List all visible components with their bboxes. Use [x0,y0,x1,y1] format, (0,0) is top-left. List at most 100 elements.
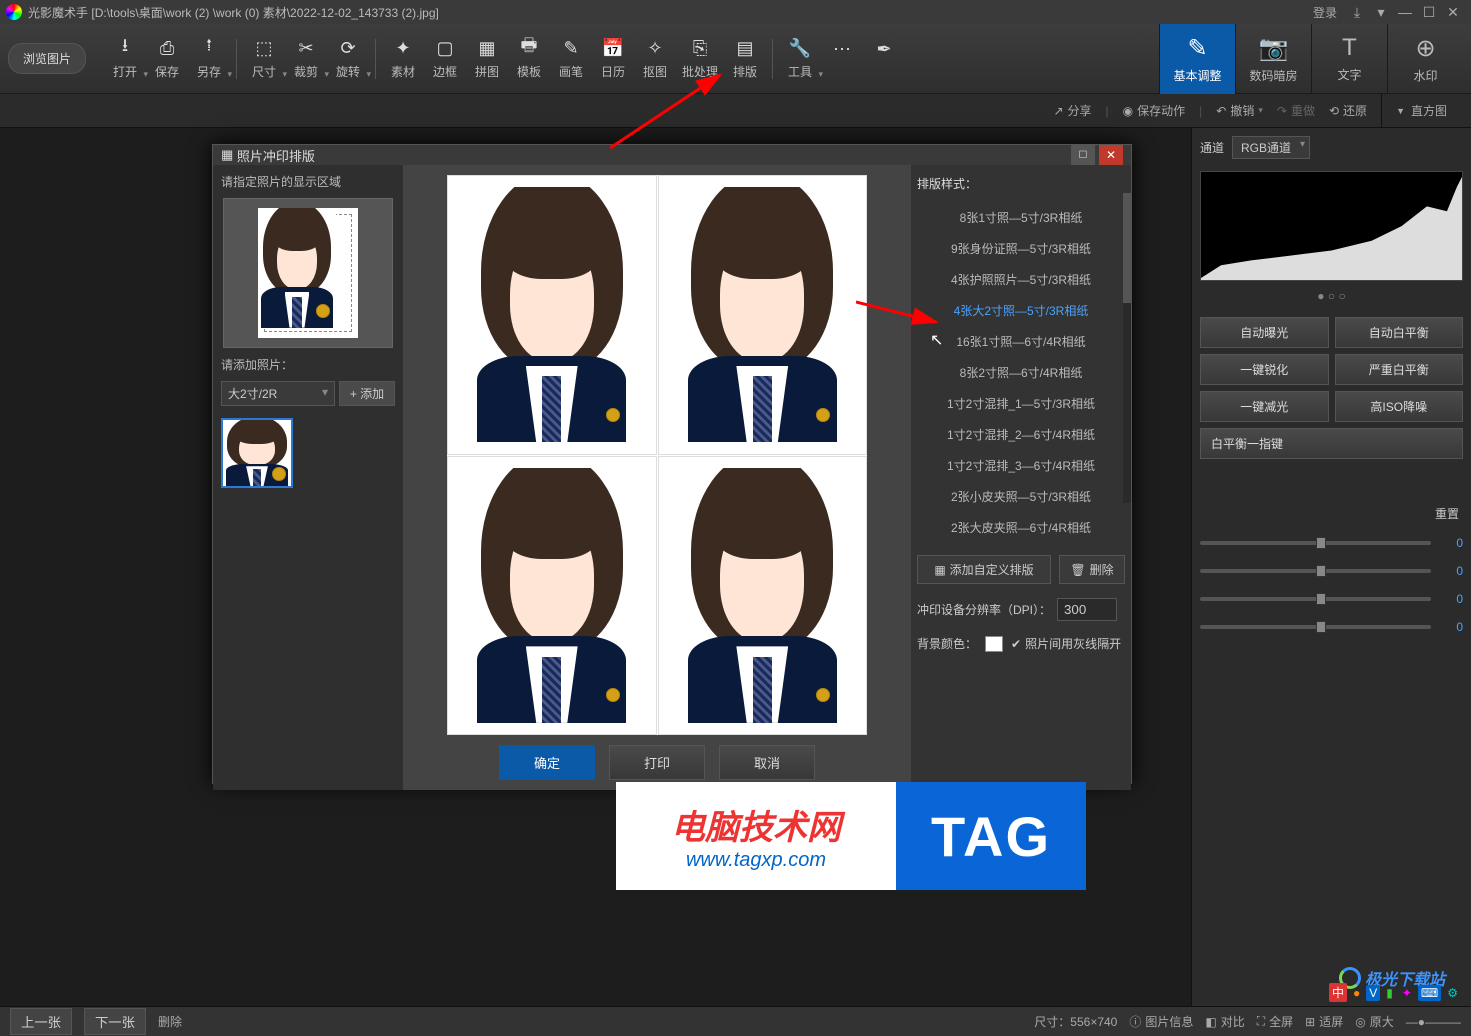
saveas-button[interactable]: ⭫另存 [188,37,230,80]
share-icon: ↗ [1053,104,1063,118]
size-icon: ⬚ [253,37,275,59]
orig-button[interactable]: ◎原大 [1355,1013,1394,1030]
cancel-button[interactable]: 取消 [719,745,815,780]
restore-button[interactable]: ⟲还原 [1329,102,1367,119]
slider-2[interactable]: 0 [1200,564,1463,578]
tab-watermark[interactable]: ⊕水印 [1387,24,1463,94]
cutout-button[interactable]: ✧抠图 [634,37,676,80]
calendar-button[interactable]: 📅日历 [592,37,634,80]
wb-pointer-button[interactable]: 白平衡一指键 [1200,428,1463,459]
close-icon[interactable]: ✕ [1441,2,1465,22]
gap-line-checkbox[interactable]: ✔照片间用灰线隔开 [1011,635,1121,652]
border-button[interactable]: ▢边框 [424,37,466,80]
collage-button[interactable]: ▦拼图 [466,37,508,80]
sharpen-button[interactable]: 一键锐化 [1200,354,1329,385]
share-button[interactable]: ↗分享 [1053,102,1091,119]
dropper-button[interactable]: ✒ [863,39,905,79]
fullscreen-button[interactable]: ⛶全屏 [1257,1013,1293,1030]
material-icon: ✦ [392,37,414,59]
bg-color-swatch[interactable] [985,636,1003,652]
size-button[interactable]: ⬚尺寸 [243,37,285,80]
reset-button[interactable]: 重置 [1435,507,1459,521]
undo-icon: ↶ [1216,104,1226,118]
browse-button[interactable]: 浏览图片 [8,43,86,74]
style-item[interactable]: 2张小皮夹照—5寸/3R相纸 [917,481,1125,512]
style-scrollbar[interactable] [1123,193,1131,503]
strict-wb-button[interactable]: 严重白平衡 [1335,354,1464,385]
brush-icon: ✎ [560,37,582,59]
fit-button[interactable]: ⊞适屏 [1305,1013,1343,1030]
channel-select[interactable]: RGB通道 [1232,136,1310,159]
dropper-icon: ✒ [873,39,895,61]
next-button[interactable]: 下一张 [84,1008,146,1035]
auto-wb-button[interactable]: 自动白平衡 [1335,317,1464,348]
photo-size-select[interactable]: 大2寸/2R [221,381,335,406]
style-item[interactable]: 8张1寸照—5寸/3R相纸 [917,202,1125,233]
save-button[interactable]: ⎙保存 [146,37,188,80]
crop-button[interactable]: ✂裁剪 [285,37,327,80]
fit-icon: ⊞ [1305,1015,1315,1029]
batch-button[interactable]: ⎘批处理 [676,37,724,80]
delete-layout-button[interactable]: 🗑删除 [1059,555,1125,584]
tag-watermark: 电脑技术网www.tagxp.com TAG [616,782,1086,890]
app-name: 光影魔术手 [28,4,88,21]
style-item[interactable]: 1寸2寸混排_1—5寸/3R相纸 [917,388,1125,419]
open-button[interactable]: ⭳打开 [104,37,146,80]
style-item[interactable]: 1寸2寸混排_3—6寸/4R相纸 [917,450,1125,481]
style-label: 排版样式： [917,175,1125,192]
edit-icon: ✎ [1187,34,1207,63]
style-item[interactable]: 9张身份证照—5寸/3R相纸 [917,233,1125,264]
camera-icon: 📷 [1259,34,1289,63]
dropdown-icon[interactable]: ▾ [1369,2,1393,22]
compare-button[interactable]: ◧对比 [1205,1013,1244,1030]
rotate-button[interactable]: ⟳旋转 [327,37,369,80]
layout-button[interactable]: ▤排版 [724,37,766,80]
minimize-icon[interactable]: — [1393,2,1417,22]
pin-icon[interactable]: ⤓ [1345,2,1369,22]
style-item[interactable]: 4张大2寸照—5寸/3R相纸 [917,295,1125,326]
photo-thumbnail[interactable] [221,418,293,488]
zoom-slider[interactable]: —●——— [1406,1015,1461,1029]
tab-text[interactable]: T文字 [1311,24,1387,94]
style-item[interactable]: 4张护照照片—5寸/3R相纸 [917,264,1125,295]
dpi-input[interactable] [1057,598,1117,621]
slider-3[interactable]: 0 [1200,592,1463,606]
material-button[interactable]: ✦素材 [382,37,424,80]
tab-darkroom[interactable]: 📷数码暗房 [1235,24,1311,94]
maximize-icon[interactable]: ☐ [1417,2,1441,22]
auto-exposure-button[interactable]: 自动曝光 [1200,317,1329,348]
add-photo-button[interactable]: + 添加 [339,381,395,406]
undo-button[interactable]: ↶撤销▾ [1216,102,1263,119]
style-item[interactable]: 8张2寸照—6寸/4R相纸 [917,357,1125,388]
slider-1[interactable]: 0 [1200,536,1463,550]
reduce-light-button[interactable]: 一键减光 [1200,391,1329,422]
style-item[interactable]: 16张1寸照—6寸/4R相纸 [917,326,1125,357]
dialog-maximize-icon[interactable]: ☐ [1071,145,1095,165]
redo-button[interactable]: ↷重做 [1277,102,1315,119]
slider-4[interactable]: 0 [1200,620,1463,634]
right-panel: 通道 RGB通道 ● ○ ○ 自动曝光 自动白平衡 一键锐化 严重白平衡 一键减… [1191,128,1471,1006]
tab-basic[interactable]: ✎基本调整 [1159,24,1235,94]
brush-button[interactable]: ✎画笔 [550,37,592,80]
ok-button[interactable]: 确定 [499,745,595,780]
dialog-close-icon[interactable]: ✕ [1099,145,1123,165]
delete-button[interactable]: 删除 [158,1013,182,1030]
border-icon: ▢ [434,37,456,59]
print-button[interactable]: 打印 [609,745,705,780]
tools-icon: 🔧 [789,37,811,59]
save-action-button[interactable]: ◉保存动作 [1123,102,1186,119]
tools-button[interactable]: 🔧工具 [779,37,821,80]
template-button[interactable]: 🖶模板 [508,37,550,80]
prev-button[interactable]: 上一张 [10,1008,72,1035]
more-button[interactable]: ⋯ [821,39,863,79]
login-button[interactable]: ☺ 登录 [1305,4,1345,21]
chevron-down-icon[interactable]: ▼ [1396,106,1405,116]
dialog-right-panel: 排版样式： 8张1寸照—5寸/3R相纸9张身份证照—5寸/3R相纸4张护照照片—… [911,165,1131,790]
crop-preview[interactable] [223,198,393,348]
iso-button[interactable]: 高ISO降噪 [1335,391,1464,422]
main-toolbar: 浏览图片 ⭳打开 ⎙保存 ⭫另存 ⬚尺寸 ✂裁剪 ⟳旋转 ✦素材 ▢边框 ▦拼图… [0,24,1471,94]
add-custom-layout-button[interactable]: ▦添加自定义排版 [917,555,1051,584]
style-item[interactable]: 1寸2寸混排_2—6寸/4R相纸 [917,419,1125,450]
info-button[interactable]: ⓘ图片信息 [1129,1013,1193,1030]
style-item[interactable]: 2张大皮夹照—6寸/4R相纸 [917,512,1125,543]
